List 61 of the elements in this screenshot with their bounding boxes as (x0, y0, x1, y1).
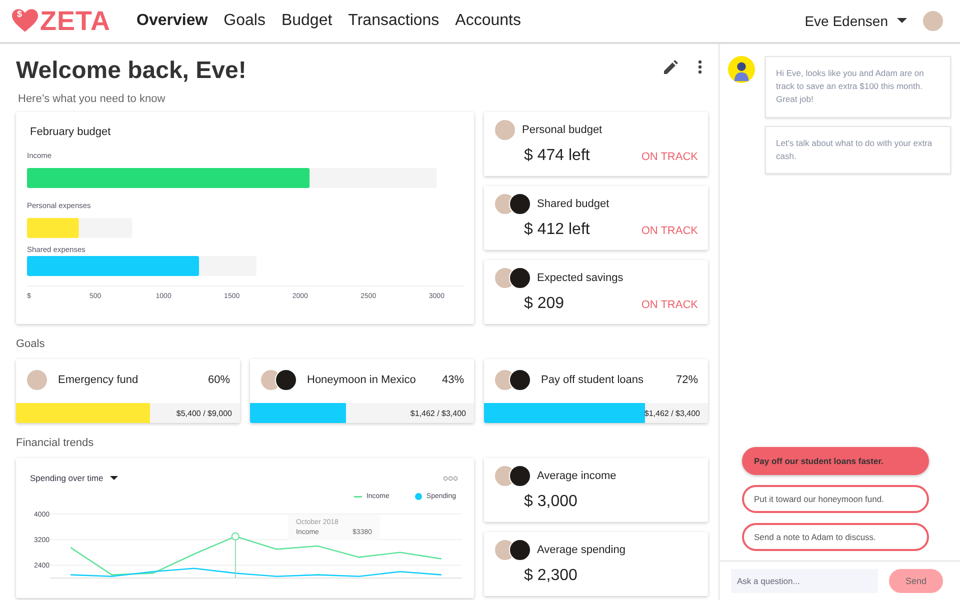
goal-amount: $5,400 / $9,000 (176, 408, 232, 418)
avatar (494, 119, 516, 141)
budget-remaining-bar (199, 256, 256, 276)
summary-amount: $ 3,000 (524, 493, 578, 511)
status-label: ON TRACK (641, 299, 698, 311)
pencil-icon[interactable] (664, 60, 678, 74)
logo-dollar-sign: $ (17, 8, 22, 18)
suggestion-chip[interactable]: Pay off our student loans faster. (742, 447, 929, 475)
goal-amount: $1,462 / $3,400 (410, 408, 466, 418)
avatar (509, 539, 531, 561)
section-heading: Goals (16, 338, 46, 350)
summary-amount: $ 2,300 (524, 567, 578, 585)
budget-remaining-bar (78, 218, 132, 238)
suggestion-chip[interactable]: Send a note to Adam to discuss. (742, 523, 929, 551)
nav-tab[interactable]: Accounts (455, 12, 521, 30)
heart-logo-icon (12, 9, 38, 33)
goal-title: Emergency fund (58, 374, 138, 386)
caret-icon[interactable] (897, 18, 907, 24)
legend-dot-icon (415, 493, 422, 500)
assistant-avatar-icon (728, 56, 755, 83)
avatar (275, 369, 297, 391)
summary-title: Average income (537, 470, 616, 482)
summary-title: Average spending (537, 544, 626, 556)
welcome-title: Welcome back, Eve! (16, 57, 246, 85)
section-heading: Financial trends (16, 437, 95, 449)
goal-percent: 60% (208, 374, 230, 386)
question-input[interactable]: Ask a question... (731, 569, 878, 593)
nav-tab[interactable]: Budget (281, 12, 332, 30)
avatar (26, 369, 48, 391)
chat-message: Let's talk about what to do with your extra cash. (765, 126, 951, 174)
welcome-subtitle: Here’s what you need to know (18, 93, 166, 105)
summary-amount: $ 209 (524, 295, 564, 313)
logo-wordmark: ZETA (40, 6, 110, 36)
caret-icon[interactable] (110, 476, 118, 480)
chart-selector[interactable]: Spending over time (30, 473, 104, 483)
nav-tab[interactable]: Transactions (348, 12, 440, 30)
budget-title: February budget (30, 126, 112, 138)
goal-title: Honeymoon in Mexico (307, 374, 416, 386)
summary-title: Personal budget (522, 124, 602, 136)
more-horizontal-icon[interactable] (443, 476, 458, 480)
budget-bar (27, 218, 79, 238)
avatar (509, 267, 531, 289)
avatar (509, 369, 531, 391)
nav-tab[interactable]: Goals (224, 12, 266, 30)
status-label: ON TRACK (641, 151, 698, 163)
goal-title: Pay off student loans (541, 374, 644, 386)
suggestion-chip[interactable]: Put it toward our honeymoon fund. (742, 485, 929, 513)
nav-tab[interactable]: Overview (136, 12, 208, 30)
summary-amount: $ 474 left (524, 147, 590, 165)
summary-title: Expected savings (537, 272, 624, 284)
chat-message: Hi Eve, looks like you and Adam are on track to save an extra $100 this month. Great job! (765, 56, 951, 118)
avatar (509, 465, 531, 487)
avatar (509, 193, 531, 215)
status-label: ON TRACK (641, 225, 698, 237)
summary-title: Shared budget (537, 198, 610, 210)
more-vertical-icon[interactable] (698, 60, 702, 74)
goal-percent: 43% (442, 374, 464, 386)
goal-percent: 72% (676, 374, 698, 386)
user-name[interactable]: Eve Edensen (804, 13, 888, 29)
summary-amount: $ 412 left (524, 221, 590, 239)
hover-marker-drawing (231, 532, 240, 578)
